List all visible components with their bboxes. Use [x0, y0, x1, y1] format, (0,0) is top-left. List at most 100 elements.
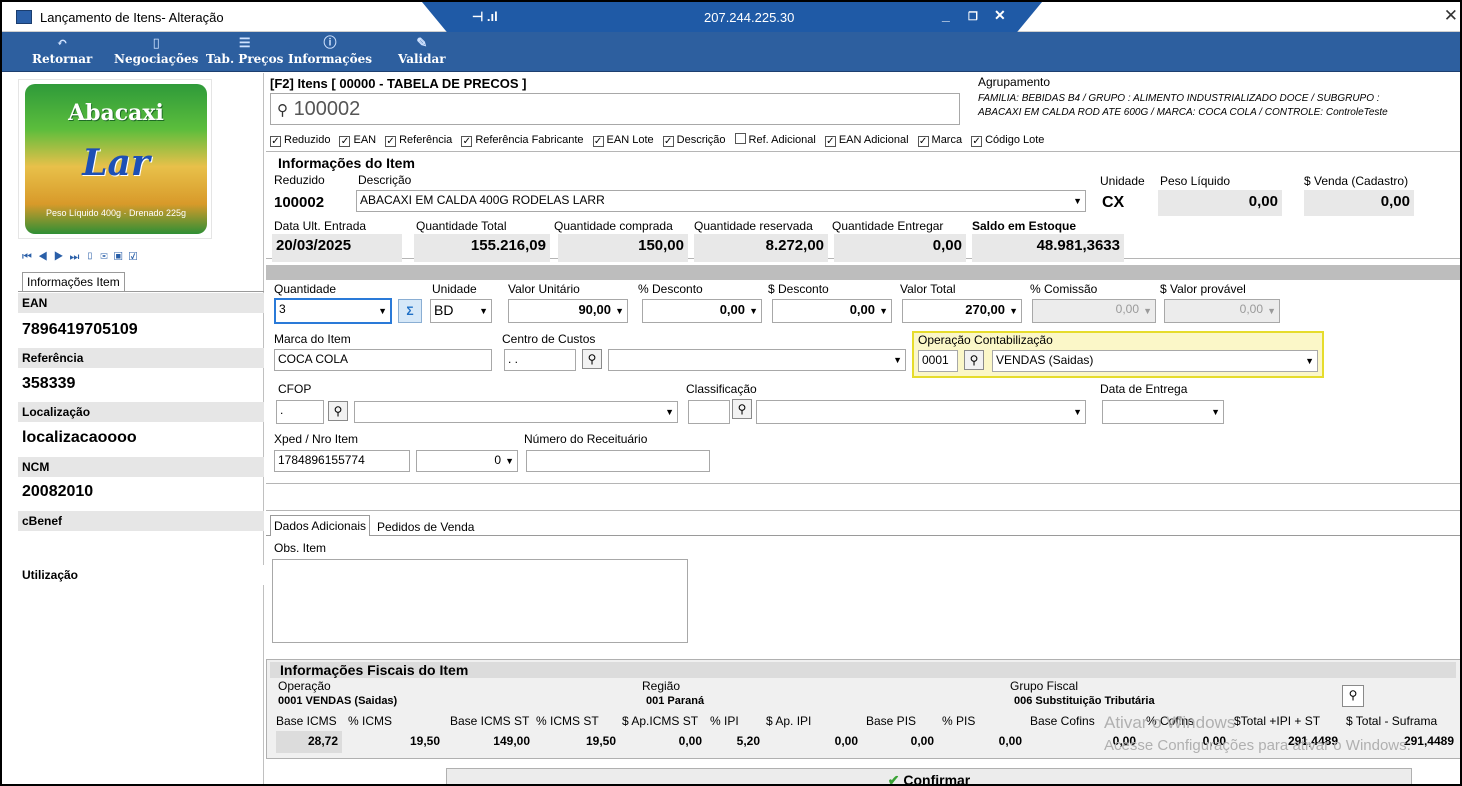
- filter-checkbox-8[interactable]: ✓ Marca: [917, 134, 962, 147]
- checkbox-checked-icon: ✓: [461, 136, 473, 147]
- search-icon[interactable]: ⚲: [328, 401, 348, 421]
- search-icon[interactable]: ⚲: [582, 349, 602, 369]
- ean-value: 7896419705109: [22, 321, 138, 338]
- classificacao-select[interactable]: ▼: [756, 400, 1086, 424]
- fiscal-value: 19,50: [536, 731, 620, 753]
- filter-checkbox-9[interactable]: ✓ Código Lote: [971, 134, 1044, 147]
- filter-label: EAN Adicional: [838, 134, 909, 146]
- qtd-entregar-label: Quantidade Entregar: [832, 219, 944, 233]
- chevron-down-icon: ▼: [378, 306, 387, 316]
- close-window-button[interactable]: ✕: [1444, 6, 1458, 26]
- comissao-label: % Comissão: [1030, 282, 1098, 296]
- unidade-line-label: Unidade: [432, 282, 477, 296]
- filter-checkbox-2[interactable]: ✓ Referência: [385, 134, 452, 147]
- filter-checkbox-0[interactable]: ✓ Reduzido: [270, 134, 330, 147]
- chevron-down-icon: ▼: [665, 407, 674, 417]
- descricao-select[interactable]: ABACAXI EM CALDA 400G RODELAS LARR ▼: [356, 190, 1086, 212]
- left-panel: Abacaxi Lar Peso Líquido 400g · Drenado …: [4, 73, 264, 784]
- image-navigation[interactable]: ⏮◀▶⏭▯✉▣☑: [22, 251, 143, 264]
- search-icon: ⚲: [277, 102, 288, 119]
- valor-unitario-input[interactable]: 90,00 ▼: [508, 299, 628, 323]
- centro-custos-code[interactable]: . .: [504, 349, 576, 371]
- chevron-down-icon: ▼: [893, 355, 902, 365]
- comissao-input[interactable]: 0,00 ▼: [1032, 299, 1156, 323]
- cfop-label: CFOP: [278, 382, 312, 396]
- app-window: Lançamento de Itens- Alteração ✕ ⊣ .ıl 2…: [0, 0, 1462, 786]
- filter-checkbox-1[interactable]: ✓ EAN: [339, 134, 376, 147]
- cfop-select[interactable]: ▼: [354, 401, 678, 423]
- tab-pedidos-venda[interactable]: Pedidos de Venda: [374, 517, 477, 537]
- cfop-code-input[interactable]: .: [276, 400, 324, 424]
- pin-icon[interactable]: ⊣ .ıl: [472, 9, 498, 25]
- checkbox-checked-icon: ✓: [662, 136, 674, 147]
- chevron-down-icon: ▼: [749, 306, 758, 316]
- product-image-brand: Lar: [82, 142, 150, 184]
- data-entrega-input[interactable]: ▼: [1102, 400, 1224, 424]
- filter-checkbox-3[interactable]: ✓ Referência Fabricante: [461, 134, 584, 147]
- xped-input[interactable]: 1784896155774: [274, 450, 410, 472]
- fiscal-header: $ Total - Suframa: [1346, 714, 1438, 728]
- chevron-down-icon: ▼: [505, 456, 514, 466]
- fiscal-operacao-value: 0001 VENDAS (Saidas): [278, 695, 398, 707]
- confirmar-button[interactable]: ✔ Confirmar: [446, 768, 1412, 784]
- restore-button[interactable]: ❐: [968, 10, 978, 23]
- qtd-total-value: 155.216,09: [414, 234, 550, 262]
- filter-label: Descrição: [676, 134, 726, 146]
- classificacao-code-input[interactable]: [688, 400, 730, 424]
- filter-checkbox-5[interactable]: ✓ Descrição: [662, 134, 726, 147]
- sum-icon[interactable]: Σ: [398, 299, 422, 323]
- filter-checkbox-6[interactable]: Ref. Adicional: [734, 133, 816, 146]
- filter-checkbox-4[interactable]: ✓ EAN Lote: [592, 134, 654, 147]
- xped-label: Xped / Nro Item: [274, 432, 359, 446]
- pct-desconto-input[interactable]: 0,00 ▼: [642, 299, 762, 323]
- item-search-input[interactable]: ⚲ 100002: [270, 93, 960, 125]
- chevron-down-icon: ▼: [1267, 306, 1276, 316]
- chevron-down-icon: ▼: [1009, 306, 1018, 316]
- valor-provavel-input[interactable]: 0,00 ▼: [1164, 299, 1280, 323]
- localizacao-value: localizacaoooo: [22, 429, 137, 446]
- checkbox-checked-icon: ✓: [917, 136, 929, 147]
- remote-desktop-bar: ⊣ .ıl 207.244.225.30 _ ❐ ✕: [422, 2, 1042, 32]
- valor-total-input[interactable]: 270,00 ▼: [902, 299, 1022, 323]
- tab-dados-adicionais[interactable]: Dados Adicionais: [270, 515, 371, 536]
- tab-informacoes-item[interactable]: Informações Item: [22, 272, 125, 291]
- desconto-input[interactable]: 0,00 ▼: [772, 299, 892, 323]
- fiscal-header: % ICMS: [348, 714, 393, 728]
- unidade-select[interactable]: BD ▼: [430, 299, 492, 323]
- filter-checkbox-7[interactable]: ✓ EAN Adicional: [824, 134, 909, 147]
- chevron-down-icon: ▼: [615, 306, 624, 316]
- checkbox-checked-icon: ✓: [270, 136, 281, 147]
- main-area: [F2] Itens [ 00000 - TABELA DE PRECOS ] …: [266, 73, 1460, 784]
- operacao-code-input[interactable]: 0001: [918, 350, 958, 372]
- search-icon[interactable]: ⚲: [964, 350, 984, 370]
- nro-item-input[interactable]: 0 ▼: [416, 450, 518, 472]
- search-icon[interactable]: ⚲: [732, 399, 752, 419]
- operacao-select[interactable]: VENDAS (Saidas) ▼: [992, 350, 1318, 372]
- activation-watermark-text: Acesse Configurações para ativar o Windo…: [1104, 737, 1411, 754]
- fiscal-search-icon[interactable]: ⚲: [1342, 685, 1364, 707]
- remote-ip: 207.244.225.30: [704, 10, 795, 25]
- product-image-weight: Peso Líquido 400g · Drenado 225g: [45, 208, 187, 218]
- fiscal-header: % PIS: [942, 714, 976, 728]
- app-icon: [16, 10, 32, 24]
- quantidade-input[interactable]: 3 ▼: [274, 298, 392, 324]
- product-can-picture: Abacaxi Lar Peso Líquido 400g · Drenado …: [25, 84, 207, 234]
- venda-label: $ Venda (Cadastro): [1304, 174, 1409, 188]
- fiscal-header: % IPI: [710, 714, 739, 728]
- rdp-close-button[interactable]: ✕: [994, 7, 1006, 24]
- centro-custos-select[interactable]: ▼: [608, 349, 906, 371]
- obs-textarea[interactable]: [272, 559, 688, 643]
- informacoes-button[interactable]: ⓘ Informações: [288, 36, 372, 66]
- validar-button[interactable]: ✎ Validar: [398, 36, 446, 66]
- fiscal-grupo-value: 006 Substituição Tributária: [1014, 695, 1155, 707]
- checkbox-checked-icon: ✓: [339, 136, 351, 147]
- minimize-button[interactable]: _: [942, 7, 950, 23]
- data-entrada-value: 20/03/2025: [272, 234, 402, 262]
- fiscal-operacao-label: Operação: [278, 679, 331, 693]
- marca-input[interactable]: COCA COLA: [274, 349, 492, 371]
- saldo-value: 48.981,3633: [972, 234, 1124, 262]
- tab-precos-button[interactable]: ☰ Tab. Preços: [206, 36, 283, 66]
- receituario-input[interactable]: [526, 450, 710, 472]
- retornar-button[interactable]: ↶ Retornar: [32, 36, 92, 66]
- negociacoes-button[interactable]: ▯ Negociações: [114, 36, 198, 66]
